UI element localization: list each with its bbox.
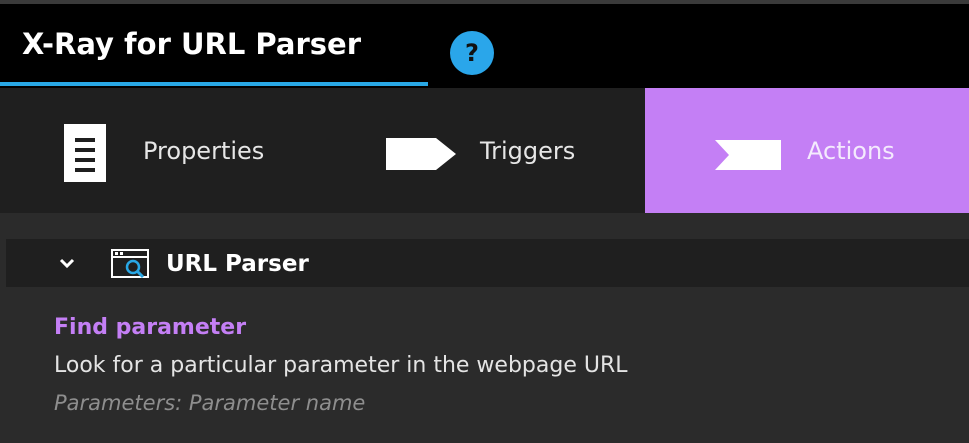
tab-actions-label: Actions [807,137,895,165]
trigger-arrow-icon [386,138,456,170]
group-header[interactable]: URL Parser [6,239,969,287]
action-description: Look for a particular parameter in the w… [54,353,628,378]
tab-properties-label: Properties [143,137,265,165]
tab-triggers[interactable]: Triggers [330,88,645,213]
action-notch-icon [715,140,781,170]
tab-bar: Properties Triggers Actions [0,88,969,213]
action-item[interactable]: Find parameter Look for a particular par… [0,301,969,431]
tab-actions[interactable]: Actions [645,88,969,213]
chevron-down-icon[interactable] [58,254,76,272]
tab-properties[interactable]: Properties [0,88,330,213]
panel-title: X-Ray for URL Parser [22,27,362,61]
document-icon [64,124,106,182]
title-underline [0,82,428,86]
url-inspect-icon [111,249,149,279]
question-icon[interactable]: ? [450,31,494,75]
group-label: URL Parser [166,251,309,277]
panel-header: X-Ray for URL Parser ? [0,4,969,88]
tab-triggers-label: Triggers [480,137,576,165]
action-title[interactable]: Find parameter [54,315,246,340]
actions-list: URL Parser Find parameter Look for a par… [0,213,969,443]
action-parameters: Parameters: Parameter name [54,391,366,415]
